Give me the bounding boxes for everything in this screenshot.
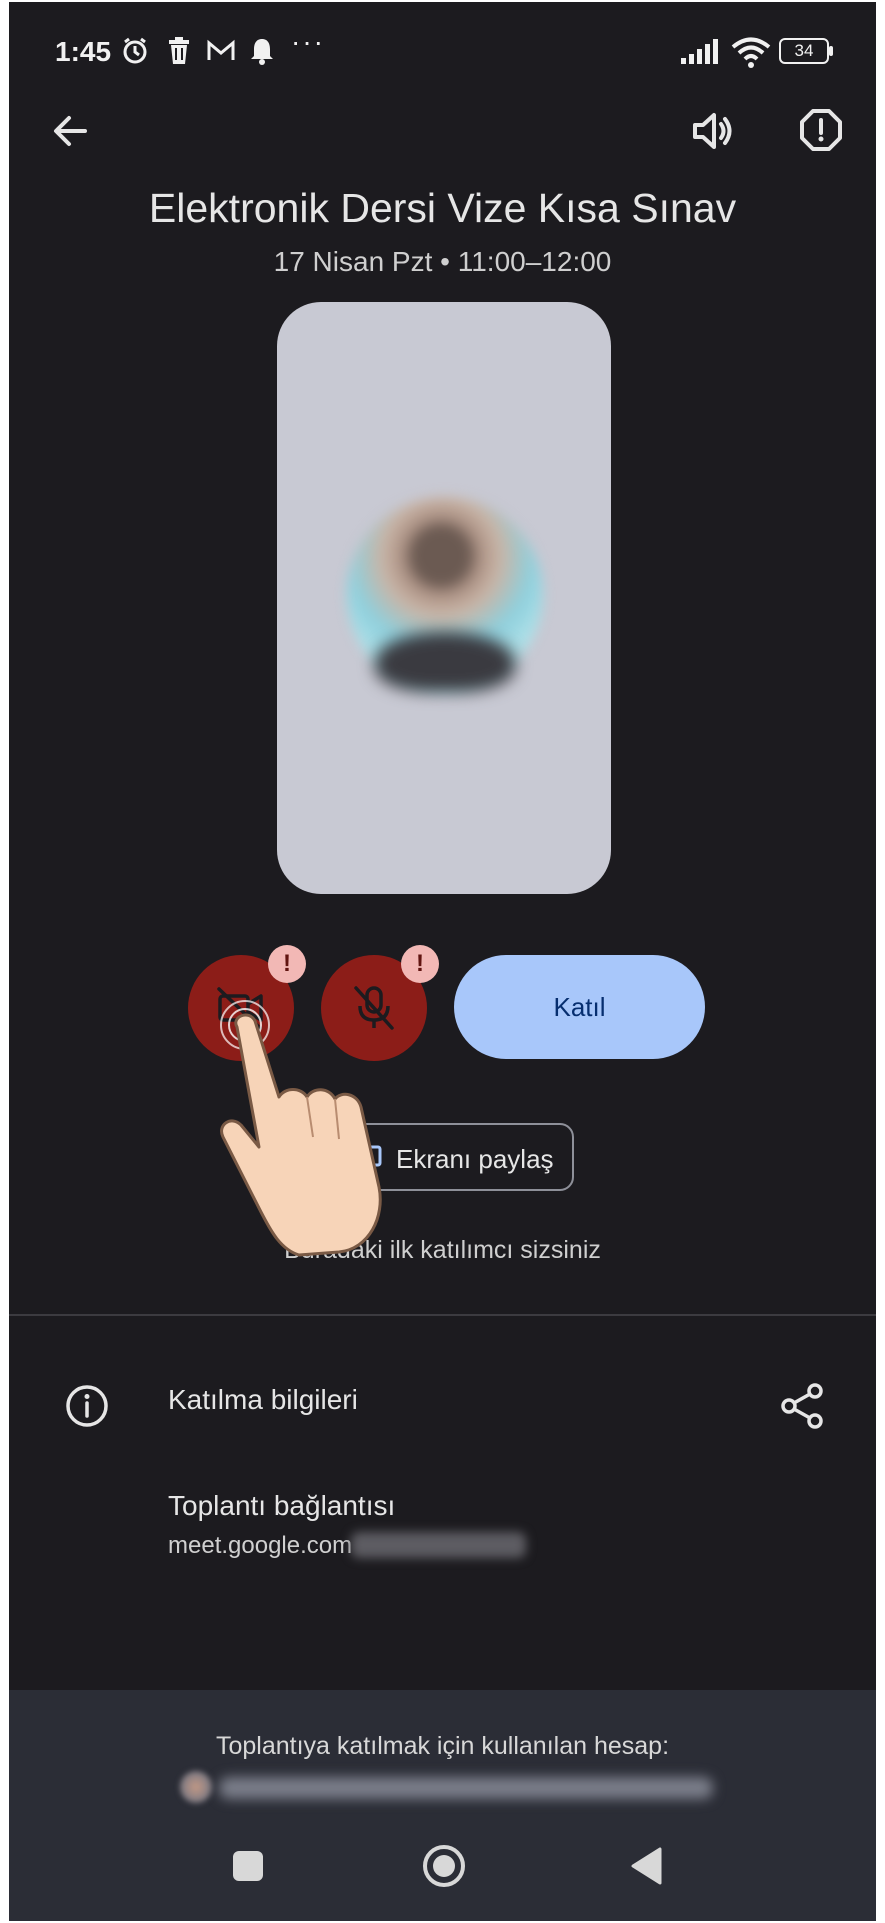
camera-warning-badge: ! [268,945,306,983]
self-video-preview [277,302,611,894]
back-arrow-icon[interactable] [49,110,91,152]
home-button[interactable] [414,1836,474,1896]
meeting-title: Elektronik Dersi Vize Kısa Sınav [148,185,737,231]
speaker-icon[interactable] [691,110,737,152]
account-email-redacted [219,1777,713,1799]
status-bar: 1:45 ··· 34 [9,2,876,102]
meeting-link-url[interactable]: meet.google.com [168,1532,352,1560]
system-navigation-bar [9,1812,876,1921]
more-notifications-indicator: ··· [291,26,325,57]
back-button[interactable] [617,1836,677,1896]
battery-level: 34 [794,41,814,60]
first-participant-text: Buradaki ilk katılımcı sizsiniz [284,1236,601,1264]
join-info-title: Katılma bilgileri [168,1384,358,1415]
wifi-icon [731,37,771,68]
meeting-link-title: Toplantı bağlantısı [168,1490,396,1521]
account-avatar [180,1771,212,1803]
pointing-hand-icon [220,1000,382,1257]
recents-button[interactable] [218,1836,278,1896]
section-divider [9,1314,876,1316]
battery-icon: 34 [779,38,833,64]
phone-screen: 1:45 ··· 34 Elektronik Dersi Vize Kısa S… [9,2,876,1921]
share-icon[interactable] [779,1382,825,1430]
info-icon [66,1385,108,1427]
meeting-lobby: 1:45 ··· 34 Elektronik Dersi Vize Kısa S… [9,2,876,1312]
home-circle-icon [423,1845,465,1887]
alarm-icon [123,37,147,64]
back-triangle-icon [631,1847,662,1885]
account-label: Toplantıya katılmak için kullanılan hesa… [215,1732,670,1760]
trash-icon [169,37,189,64]
meeting-schedule: 17 Nisan Pzt • 11:00–12:00 [273,246,612,277]
signal-icon [681,39,718,64]
bell-icon [251,39,273,65]
microphone-warning-badge: ! [401,945,439,983]
share-screen-label: Ekranı paylaş [396,1144,554,1174]
recents-square-icon [233,1851,263,1881]
report-icon[interactable] [799,108,843,152]
gmail-icon [207,39,235,60]
status-time: 1:45 [55,36,112,67]
user-avatar-shoulders [375,632,515,692]
meeting-link-redacted [351,1532,526,1558]
join-button[interactable]: Katıl [454,955,705,1059]
